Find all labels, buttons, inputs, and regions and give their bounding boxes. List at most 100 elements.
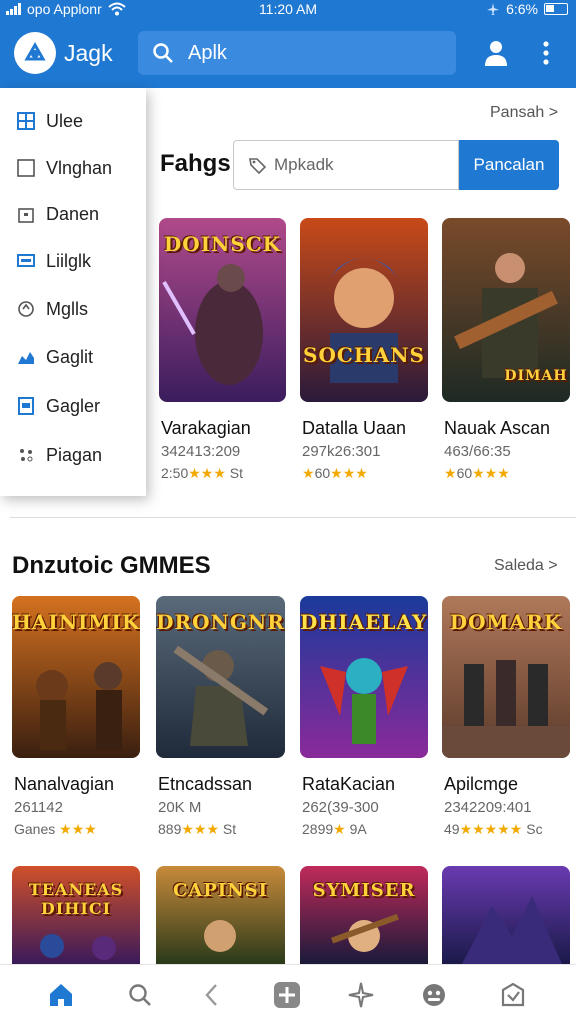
section-divider [10,517,576,518]
star-icon: ★★★ [59,821,97,837]
drawer-item-label: Danen [46,203,100,224]
games-icon [423,984,445,1006]
game-name: Datalla Uaan [302,418,407,438]
rating-suffix: St [229,465,244,481]
see-all-link[interactable]: Pansah > [490,104,558,122]
nav-search[interactable] [126,981,154,1009]
game-card[interactable]: TEANEAS DIHICI [12,866,140,964]
game-cover-title: HAINIMIK [12,610,140,634]
grid-icon [16,111,36,131]
drawer-item[interactable]: Gagler [0,386,146,426]
nav-back[interactable] [198,981,226,1009]
star-icon: ★★★ [188,465,226,481]
see-all-link[interactable]: Saleda > [494,557,558,575]
game-card[interactable]: DRONGNR Etncadssan 20K M 889★★★ St [156,596,285,841]
game-downloads: 2342209:401 [444,799,532,816]
top-search-text: Aplk [188,42,227,64]
nav-home[interactable] [47,981,75,1009]
game-rating: 889★★★ St [158,821,236,838]
chart-icon [16,347,36,367]
game-cover: DHIAELAYE [300,596,428,758]
game-rating: 2:50★★★ St [161,465,243,482]
logo-icon [24,41,46,61]
game-cover-title: DHIAELAYE [300,610,428,634]
game-downloads: 262(39-300 [302,799,379,816]
drawer-item-label: Vlnghan [46,157,113,178]
app-logo[interactable] [14,32,56,74]
battery-icon [544,3,568,15]
search-button[interactable]: Pancalan [459,140,559,190]
game-name: Apilcmge [444,774,519,794]
rating-suffix: Sc [526,821,543,837]
game-cover-title: TEANEAS DIHICI [28,880,124,918]
rating-suffix: 9A [349,821,367,837]
rating-suffix: St [222,821,237,837]
game-card[interactable]: HAINIMIK Nanalvagian 261142 Ganes ★★★ [12,596,140,841]
game-cover: DIMAH [442,218,570,402]
game-search-input[interactable]: Mpkadk [233,140,459,190]
battery-percent: 6:6% [506,1,538,17]
drawer-item[interactable]: Gaglit [0,337,146,377]
star-icon: ★ [302,465,315,481]
star-icon: ★★★ [330,465,368,481]
drawer-item[interactable]: Piagan [0,435,146,475]
top-search-field[interactable]: Aplk [138,31,456,75]
game-name: RataKacian [302,774,396,794]
rating-prefix: 60 [456,465,473,481]
drawer-item-label: Mglls [46,298,89,319]
game-card[interactable]: CAPINSI [156,866,285,964]
drawer-item[interactable]: Liilglk [0,241,146,281]
nav-add[interactable] [273,981,301,1009]
chat-icon [16,251,36,271]
nav-games[interactable] [420,981,448,1009]
nav-store[interactable] [499,981,527,1009]
game-card[interactable]: DIMAH Nauak Ascan 463/66:35 ★60★★★ [442,218,570,488]
search-icon [153,43,173,63]
game-card[interactable]: DOINSCK Varakagian 342413:209 2:50★★★ St [159,218,286,488]
rating-prefix: Ganes [14,821,56,837]
game-name: Etncadssan [158,774,253,794]
airplane-icon [487,3,500,15]
search-placeholder: Mpkadk [274,155,334,174]
status-right: 6:6% [486,1,568,17]
game-cover: HAINIMIK [12,596,140,758]
nav-discover[interactable] [347,981,375,1009]
game-card[interactable]: SOCHANS Datalla Uaan 297k26:301 ★60★★★ [300,218,428,488]
game-rating: 49★★★★★ Sc [444,821,543,838]
side-drawer: Ulee Vlnghan Danen Liilglk Mglls Gaglit … [0,88,146,496]
game-name: Nauak Ascan [444,418,551,438]
star-icon: ★ [333,821,346,837]
drawer-item[interactable]: Vlnghan [0,148,146,188]
star-icon: ★★★ [181,821,220,837]
game-rating: Ganes ★★★ [14,821,97,838]
store-icon [501,982,525,1007]
drawer-item-label: Gagler [46,395,101,416]
rating-prefix: 60 [314,465,331,481]
more-options-button[interactable] [536,38,556,68]
game-downloads: 261142 [14,799,63,816]
game-downloads: 463/66:35 [444,443,511,460]
drawer-item[interactable]: Ulee [0,101,146,141]
back-icon [205,984,217,1006]
game-card[interactable]: DHIAELAYE RataKacian 262(39-300 2899★ 9A [300,596,428,841]
user-icon [485,41,507,66]
game-cover-title: SYMISER [312,880,416,901]
home-icon [50,984,72,1006]
status-bar: opo Applonr 11:20 AM 6:6% [0,0,576,20]
more-vertical-icon [543,41,549,65]
game-cover [442,866,570,964]
game-name: Varakagian [161,418,251,438]
rating-prefix: 49 [444,821,460,837]
account-button[interactable] [482,38,510,68]
game-cover: CAPINSI [156,866,285,964]
game-downloads: 20K M [158,799,202,816]
game-card[interactable] [442,866,570,964]
square-icon [16,158,36,178]
game-card[interactable]: DOMARK Apilcmge 2342209:401 49★★★★★ Sc [442,596,570,841]
star-icon: ★★★ [472,465,510,481]
game-rating: ★60★★★ [444,465,510,482]
drawer-item[interactable]: Danen [0,194,146,234]
drawer-item[interactable]: Mglls [0,289,146,329]
game-cover: SYMISER [300,866,428,964]
game-card[interactable]: SYMISER [300,866,428,964]
